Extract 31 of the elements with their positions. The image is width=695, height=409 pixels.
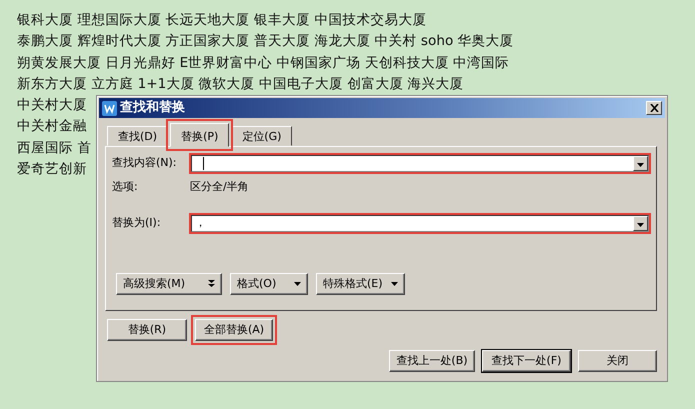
replace-field[interactable]: ，: [190, 214, 650, 232]
document-line: 银科大厦 理想国际大厦 长远天地大厦 银丰大厦 中国技术交易大厦: [17, 11, 426, 30]
button[interactable]: 替换(R): [107, 319, 187, 341]
document-line: 中关村金融: [17, 117, 87, 136]
dropdown-button[interactable]: 格式(O): [230, 273, 308, 295]
options-value: 区分全/半角: [190, 178, 249, 195]
close-button[interactable]: [646, 101, 662, 115]
field-label: 查找内容(N):: [112, 154, 178, 171]
button[interactable]: 关闭: [578, 350, 657, 372]
field-label: 替换为(I):: [112, 214, 162, 231]
close-icon: [650, 104, 658, 112]
tab[interactable]: 定位(G): [231, 126, 292, 146]
double-chevron-icon: [208, 280, 215, 288]
caret-icon: [294, 282, 301, 286]
dropdown-button[interactable]: 高级搜索(M): [116, 273, 222, 295]
button[interactable]: 查找下一处(F): [482, 350, 571, 372]
app-icon: [102, 100, 117, 116]
tab[interactable]: 查找(D): [107, 126, 168, 146]
find-field[interactable]: [190, 154, 650, 172]
document-line: 朔黄发展大厦 日月光鼎好 E世界财富中心 中钢国家广场 天创科技大厦 中湾国际: [17, 54, 510, 73]
document-line: 新东方大厦 立方庭 1+1大厦 微软大厦 中国电子大厦 创富大厦 海兴大厦: [17, 74, 464, 94]
document-line: 中关村大厦: [17, 96, 87, 116]
document-line: 泰鹏大厦 辉煌时代大厦 方正国家大厦 普天大厦 海龙大厦 中关村 soho 华奥大厦: [17, 32, 514, 52]
window-title: 查找和替换: [120, 99, 185, 118]
button[interactable]: 查找上一处(B): [389, 350, 475, 372]
options-label: 选项:: [112, 178, 139, 195]
document-line: 西屋国际 首: [17, 138, 92, 158]
field-value: ，: [195, 214, 206, 231]
caret-icon: [390, 282, 398, 286]
document-line: 爱奇艺创新: [17, 160, 87, 180]
dropdown-button[interactable]: 特殊格式(E): [316, 273, 405, 295]
